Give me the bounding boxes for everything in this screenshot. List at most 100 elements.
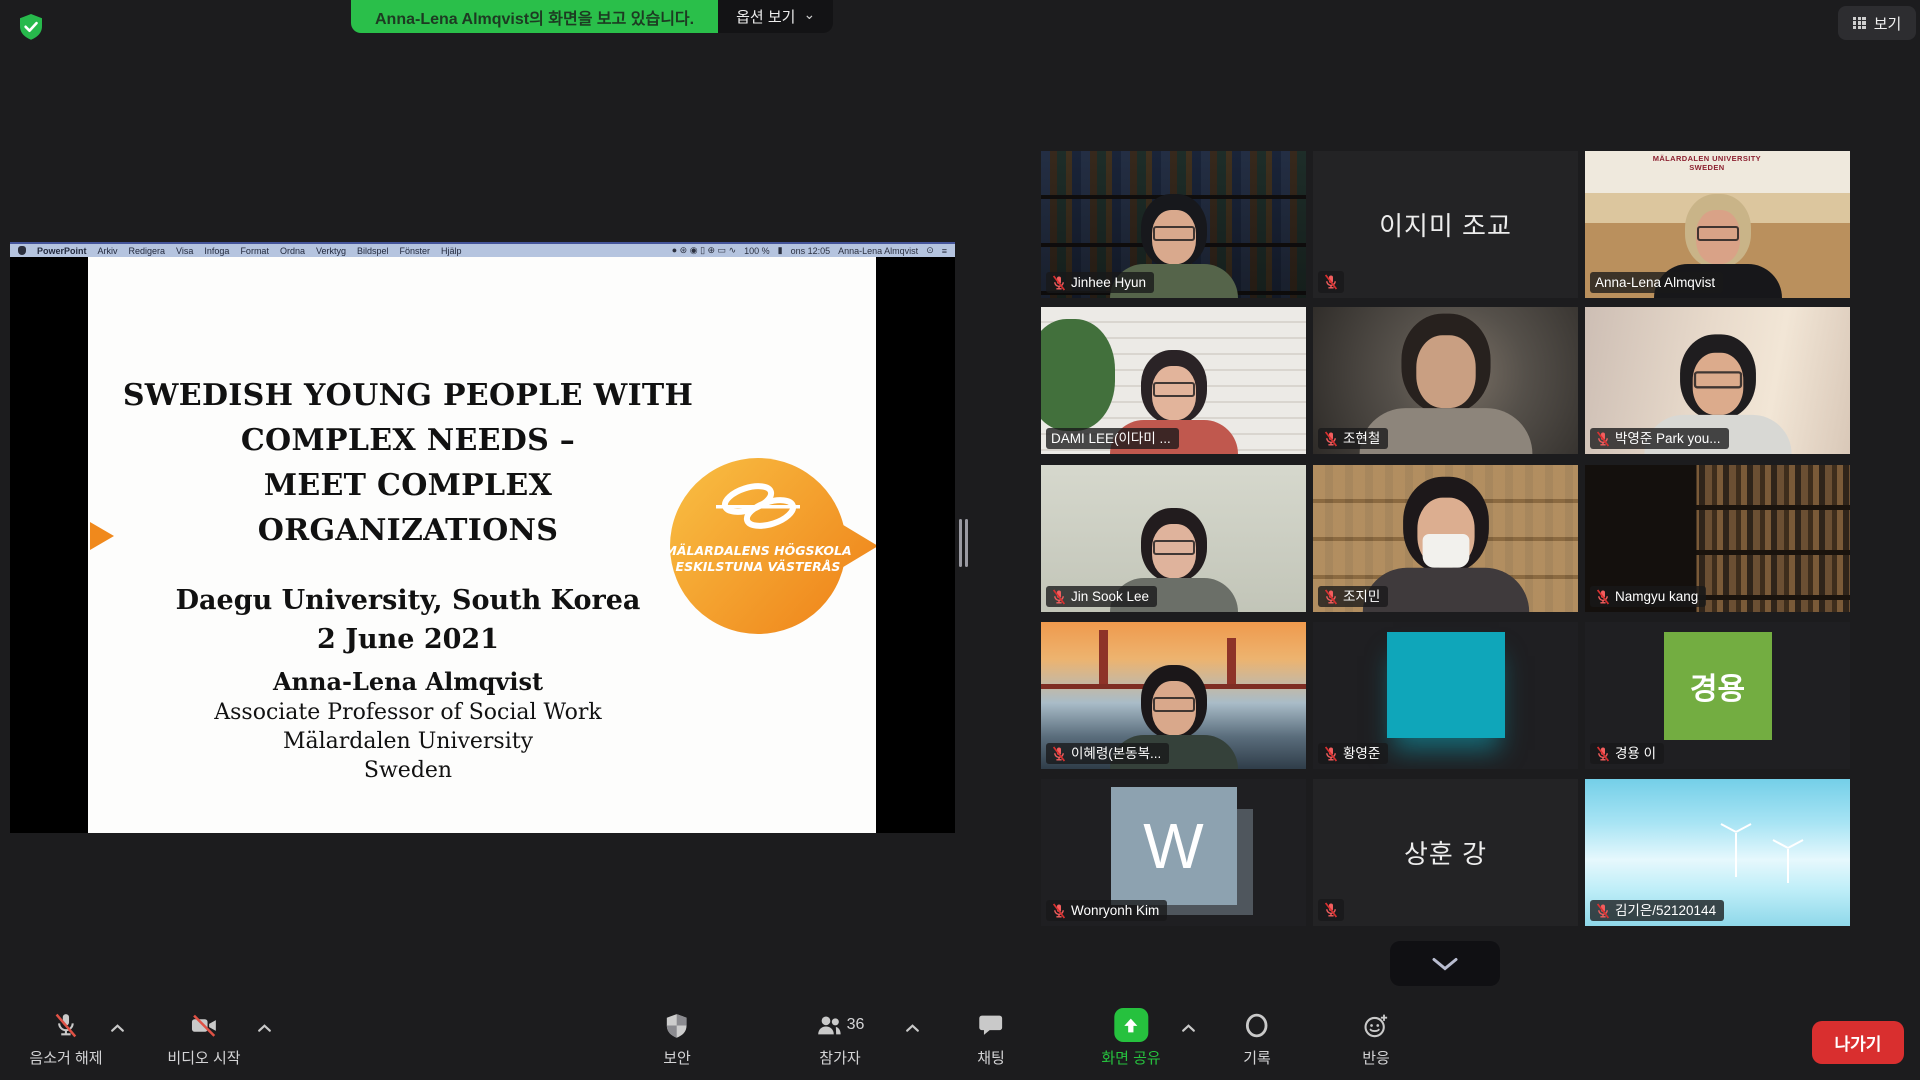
wind-turbine	[1735, 833, 1737, 877]
participant-nametag	[1318, 899, 1344, 921]
gallery-view-button[interactable]: 보기	[1838, 6, 1916, 40]
glasses	[1153, 540, 1195, 555]
participant-name: Jin Sook Lee	[1071, 588, 1149, 605]
participant-tile-sanghun-kang[interactable]: 상훈 강	[1313, 779, 1578, 926]
menubar-clock: ons 12:05	[791, 246, 831, 256]
video-options-caret[interactable]	[257, 1020, 272, 1030]
participant-nametag	[1318, 271, 1344, 293]
wind-turbine	[1787, 849, 1789, 883]
menubar-battery: 100 %	[744, 246, 770, 256]
participant-tile-park-youngjun[interactable]: 박영준 Park you...	[1585, 307, 1850, 454]
participant-tile-cho-hyuncheol[interactable]: 조현철	[1313, 307, 1578, 454]
university-logo: MÄLARDALENS HÖGSKOLA ESKILSTUNA VÄSTERÅS	[670, 451, 876, 643]
menu-item: Arkiv	[98, 246, 118, 256]
participant-name: 조지민	[1343, 588, 1380, 605]
muted-mic-icon	[1051, 589, 1067, 605]
menu-item: Visa	[176, 246, 193, 256]
menubar-status-area: ● ⊛ ◉ ▯ ⊕ ▭ ∿ 100 % ▮ ons 12:05 Anna-Len…	[672, 245, 947, 256]
participant-nametag: 김기은/52120144	[1590, 900, 1724, 921]
participant-tile-kyungyong-lee[interactable]: 경용 경용 이	[1585, 622, 1850, 769]
share-options-caret[interactable]	[1181, 1020, 1196, 1030]
participant-tile-cho-jimin[interactable]: 조지민	[1313, 465, 1578, 612]
muted-mic-icon	[1323, 589, 1339, 605]
menu-list-icon: ≡	[942, 246, 947, 256]
menu-item: Infoga	[204, 246, 229, 256]
gallery-scroll-down-button[interactable]	[1390, 941, 1500, 986]
chevron-down-icon: ⌄	[803, 6, 815, 23]
muted-mic-icon	[1051, 746, 1067, 762]
reactions-button[interactable]: 반응	[1362, 1008, 1390, 1068]
participant-nametag: Namgyu kang	[1590, 586, 1706, 607]
participant-tile-wonryonh-kim[interactable]: W Wonryonh Kim	[1041, 779, 1306, 926]
avatar-initial: W	[1111, 787, 1237, 905]
screen-share-message: Anna-Lena Almqvist의 화면을 보고 있습니다.	[351, 0, 718, 33]
participant-nametag: Anna-Lena Almqvist	[1590, 272, 1723, 293]
participant-tile-lee-hyeryung[interactable]: 이혜령(본동복...	[1041, 622, 1306, 769]
participant-tile-jin-sook-lee[interactable]: Jin Sook Lee	[1041, 465, 1306, 612]
grid-view-icon	[1853, 17, 1866, 30]
chat-bubble-icon	[977, 1012, 1004, 1039]
participant-tile-hwang-youngjun[interactable]: 황영준	[1313, 622, 1578, 769]
participant-nametag: 조현철	[1318, 428, 1388, 449]
chevron-up-icon	[110, 1023, 125, 1033]
participants-label: 참가자	[819, 1047, 860, 1068]
logo-text-line2: ESKILSTUNA VÄSTERÅS	[676, 559, 841, 574]
muted-mic-icon	[1595, 431, 1611, 447]
security-button[interactable]: 보안	[663, 1008, 691, 1068]
view-options-button[interactable]: 옵션 보기 ⌄	[718, 0, 833, 33]
mac-menubar: PowerPoint Arkiv Redigera Visa Infoga Fo…	[10, 242, 955, 257]
muted-mic-icon	[1595, 746, 1611, 762]
muted-mic-icon	[1323, 431, 1339, 447]
glasses	[1153, 382, 1195, 397]
participant-name: DAMI LEE(이다미 ...	[1051, 430, 1171, 447]
share-screen-icon	[1114, 1008, 1148, 1042]
participant-nametag: 황영준	[1318, 743, 1388, 764]
leave-button[interactable]: 나가기	[1812, 1021, 1904, 1064]
participant-name: Namgyu kang	[1615, 588, 1698, 605]
spotlight-icon: ⊙	[926, 245, 934, 256]
view-options-label: 옵션 보기	[736, 6, 795, 27]
participant-name: Wonryonh Kim	[1071, 902, 1159, 919]
share-screen-button[interactable]: 화면 공유	[1101, 1008, 1160, 1068]
participants-options-caret[interactable]	[905, 1020, 920, 1030]
avatar-image	[1387, 632, 1505, 738]
participants-button[interactable]: 36 참가자	[816, 1008, 865, 1068]
muted-mic-icon	[1323, 274, 1339, 290]
start-video-button[interactable]: 비디오 시작	[167, 1008, 240, 1068]
chevron-down-icon	[1430, 956, 1460, 972]
menu-item: Format	[240, 246, 269, 256]
menubar-app-name: PowerPoint	[37, 246, 87, 256]
participant-tile-lee-jimi[interactable]: 이지미 조교	[1313, 151, 1578, 298]
participant-nametag: DAMI LEE(이다미 ...	[1046, 428, 1179, 449]
mic-muted-icon	[52, 1012, 79, 1039]
video-label: 비디오 시작	[167, 1047, 240, 1068]
muted-mic-icon	[1323, 746, 1339, 762]
participant-name: 황영준	[1343, 745, 1380, 762]
reactions-label: 반응	[1362, 1047, 1390, 1068]
participant-nametag: 조지민	[1318, 586, 1388, 607]
participant-tile-jinhee-hyun[interactable]: Jinhee Hyun	[1041, 151, 1306, 298]
glasses	[1697, 226, 1739, 241]
slide-title-line: COMPLEX NEEDS –	[118, 418, 698, 463]
participant-tile-dami-lee[interactable]: DAMI LEE(이다미 ...	[1041, 307, 1306, 454]
participant-name: 경용 이	[1615, 745, 1656, 762]
panel-resize-handle[interactable]	[957, 519, 970, 567]
audio-options-caret[interactable]	[110, 1020, 125, 1030]
participant-tile-anna-lena-almqvist[interactable]: MÄLARDALEN UNIVERSITY SWEDEN Anna-Lena A…	[1585, 151, 1850, 298]
screen-share-banner: Anna-Lena Almqvist의 화면을 보고 있습니다. 옵션 보기 ⌄	[351, 0, 833, 33]
slide-author-affiliation: Mälardalen University	[118, 727, 698, 756]
apple-icon	[18, 246, 26, 255]
logo-text-line1: MÄLARDALENS HÖGSKOLA	[670, 543, 852, 558]
record-button[interactable]: 기록	[1243, 1008, 1271, 1068]
battery-icon: ▮	[778, 245, 783, 256]
participant-tile-kim-gieun[interactable]: 김기은/52120144	[1585, 779, 1850, 926]
slide-title-line: MEET COMPLEX ORGANIZATIONS	[118, 463, 698, 553]
menu-item: Verktyg	[316, 246, 346, 256]
mute-button[interactable]: 음소거 해제	[29, 1008, 102, 1068]
slide-author-name: Anna-Lena Almqvist	[118, 665, 698, 698]
share-label: 화면 공유	[1101, 1047, 1160, 1068]
participant-tile-namgyu-kang[interactable]: Namgyu kang	[1585, 465, 1850, 612]
chevron-up-icon	[257, 1023, 272, 1033]
overlay-line: SWEDEN	[1653, 163, 1761, 172]
chat-button[interactable]: 채팅	[977, 1008, 1005, 1068]
